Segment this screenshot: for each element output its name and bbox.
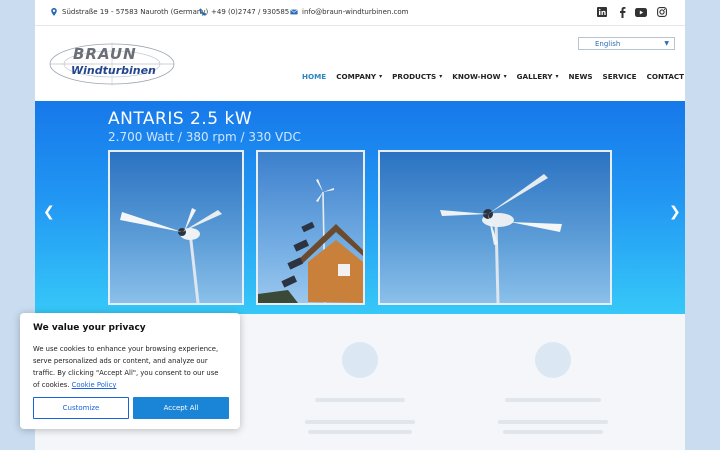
nav-gallery[interactable]: GALLERY ▾ bbox=[517, 72, 559, 81]
slider-next-arrow-icon[interactable]: ❯ bbox=[669, 204, 681, 220]
top-bar: Südstraße 19 - 57583 Nauroth (Germany) +… bbox=[35, 0, 685, 26]
nav-service[interactable]: SERVICE bbox=[603, 72, 637, 81]
chevron-down-icon: ▾ bbox=[503, 73, 507, 80]
email-text: info@braun-windturbinen.com bbox=[302, 8, 409, 16]
nav-home-label: HOME bbox=[302, 72, 327, 81]
nav-company-label: COMPANY bbox=[336, 72, 377, 81]
nav-contact[interactable]: CONTACT bbox=[647, 72, 684, 81]
cookie-policy-link[interactable]: Cookie Policy bbox=[72, 381, 117, 389]
accept-all-button[interactable]: Accept All bbox=[133, 397, 229, 419]
email-item[interactable]: info@braun-windturbinen.com bbox=[290, 8, 409, 16]
svg-text:Windturbinen: Windturbinen bbox=[71, 64, 156, 77]
turbine-photo-3 bbox=[378, 150, 612, 305]
location-pin-icon bbox=[51, 8, 57, 16]
phone-icon bbox=[199, 8, 207, 16]
feature-2-text-placeholder bbox=[503, 430, 603, 434]
chevron-down-icon: ▾ bbox=[379, 73, 383, 80]
svg-text:BRAUN: BRAUN bbox=[73, 45, 137, 63]
slider-prev-arrow-icon[interactable]: ❮ bbox=[43, 204, 55, 220]
nav-contact-label: CONTACT bbox=[646, 72, 685, 81]
customize-button[interactable]: Customize bbox=[33, 397, 129, 419]
feature-1-icon bbox=[342, 342, 378, 378]
language-selected: English bbox=[595, 40, 621, 48]
turbine-photo-1 bbox=[108, 150, 244, 305]
cookie-consent-banner: We value your privacy We use cookies to … bbox=[20, 313, 240, 429]
feature-2-text-placeholder bbox=[498, 420, 608, 424]
address-item: Südstraße 19 - 57583 Nauroth (Germany) bbox=[50, 8, 208, 16]
nav-news[interactable]: NEWS bbox=[569, 72, 593, 81]
nav-gallery-label: GALLERY bbox=[516, 72, 553, 81]
nav-products-label: PRODUCTS bbox=[392, 72, 437, 81]
feature-2 bbox=[493, 342, 613, 434]
phone-item[interactable]: +49 (0)2747 / 930585 bbox=[199, 8, 289, 16]
nav-home[interactable]: HOME bbox=[302, 72, 326, 81]
language-select[interactable]: English ▼ bbox=[578, 37, 675, 50]
cookie-text: We use cookies to enhance your browsing … bbox=[33, 343, 227, 391]
envelope-icon bbox=[290, 9, 298, 15]
feature-1-title-placeholder bbox=[315, 398, 405, 402]
chevron-down-icon: ▾ bbox=[555, 73, 559, 80]
hero-subtitle: 2.700 Watt / 380 rpm / 330 VDC bbox=[108, 130, 301, 144]
feature-1 bbox=[300, 342, 420, 434]
feature-2-title-placeholder bbox=[505, 398, 601, 402]
chevron-down-icon: ▾ bbox=[439, 73, 443, 80]
feature-1-text-placeholder bbox=[308, 430, 412, 434]
hero-title: ANTARIS 2.5 kW bbox=[108, 109, 253, 129]
dropdown-arrow-icon: ▼ bbox=[664, 40, 669, 47]
hero-slider: ANTARIS 2.5 kW 2.700 Watt / 380 rpm / 33… bbox=[35, 101, 685, 314]
cookie-body: We use cookies to enhance your browsing … bbox=[33, 345, 219, 389]
feature-2-icon bbox=[535, 342, 571, 378]
cookie-title: We value your privacy bbox=[33, 323, 146, 333]
main-nav: HOME COMPANY ▾ PRODUCTS ▾ KNOW-HOW ▾ GALLER… bbox=[302, 72, 694, 81]
youtube-icon[interactable] bbox=[635, 6, 647, 18]
feature-1-text-placeholder bbox=[305, 420, 415, 424]
nav-news-label: NEWS bbox=[568, 72, 593, 81]
nav-company[interactable]: COMPANY ▾ bbox=[336, 72, 382, 81]
company-logo[interactable]: BRAUN Windturbinen bbox=[47, 40, 177, 88]
linkedin-icon[interactable] bbox=[596, 6, 608, 18]
nav-products[interactable]: PRODUCTS ▾ bbox=[392, 72, 442, 81]
nav-knowhow[interactable]: KNOW-HOW ▾ bbox=[452, 72, 506, 81]
address-text: Südstraße 19 - 57583 Nauroth (Germany) bbox=[62, 8, 209, 16]
phone-text: +49 (0)2747 / 930585 bbox=[211, 8, 290, 16]
turbine-photo-2 bbox=[256, 150, 365, 305]
nav-service-label: SERVICE bbox=[602, 72, 637, 81]
instagram-icon[interactable] bbox=[656, 6, 668, 18]
nav-knowhow-label: KNOW-HOW bbox=[452, 72, 501, 81]
facebook-icon[interactable] bbox=[616, 6, 628, 18]
